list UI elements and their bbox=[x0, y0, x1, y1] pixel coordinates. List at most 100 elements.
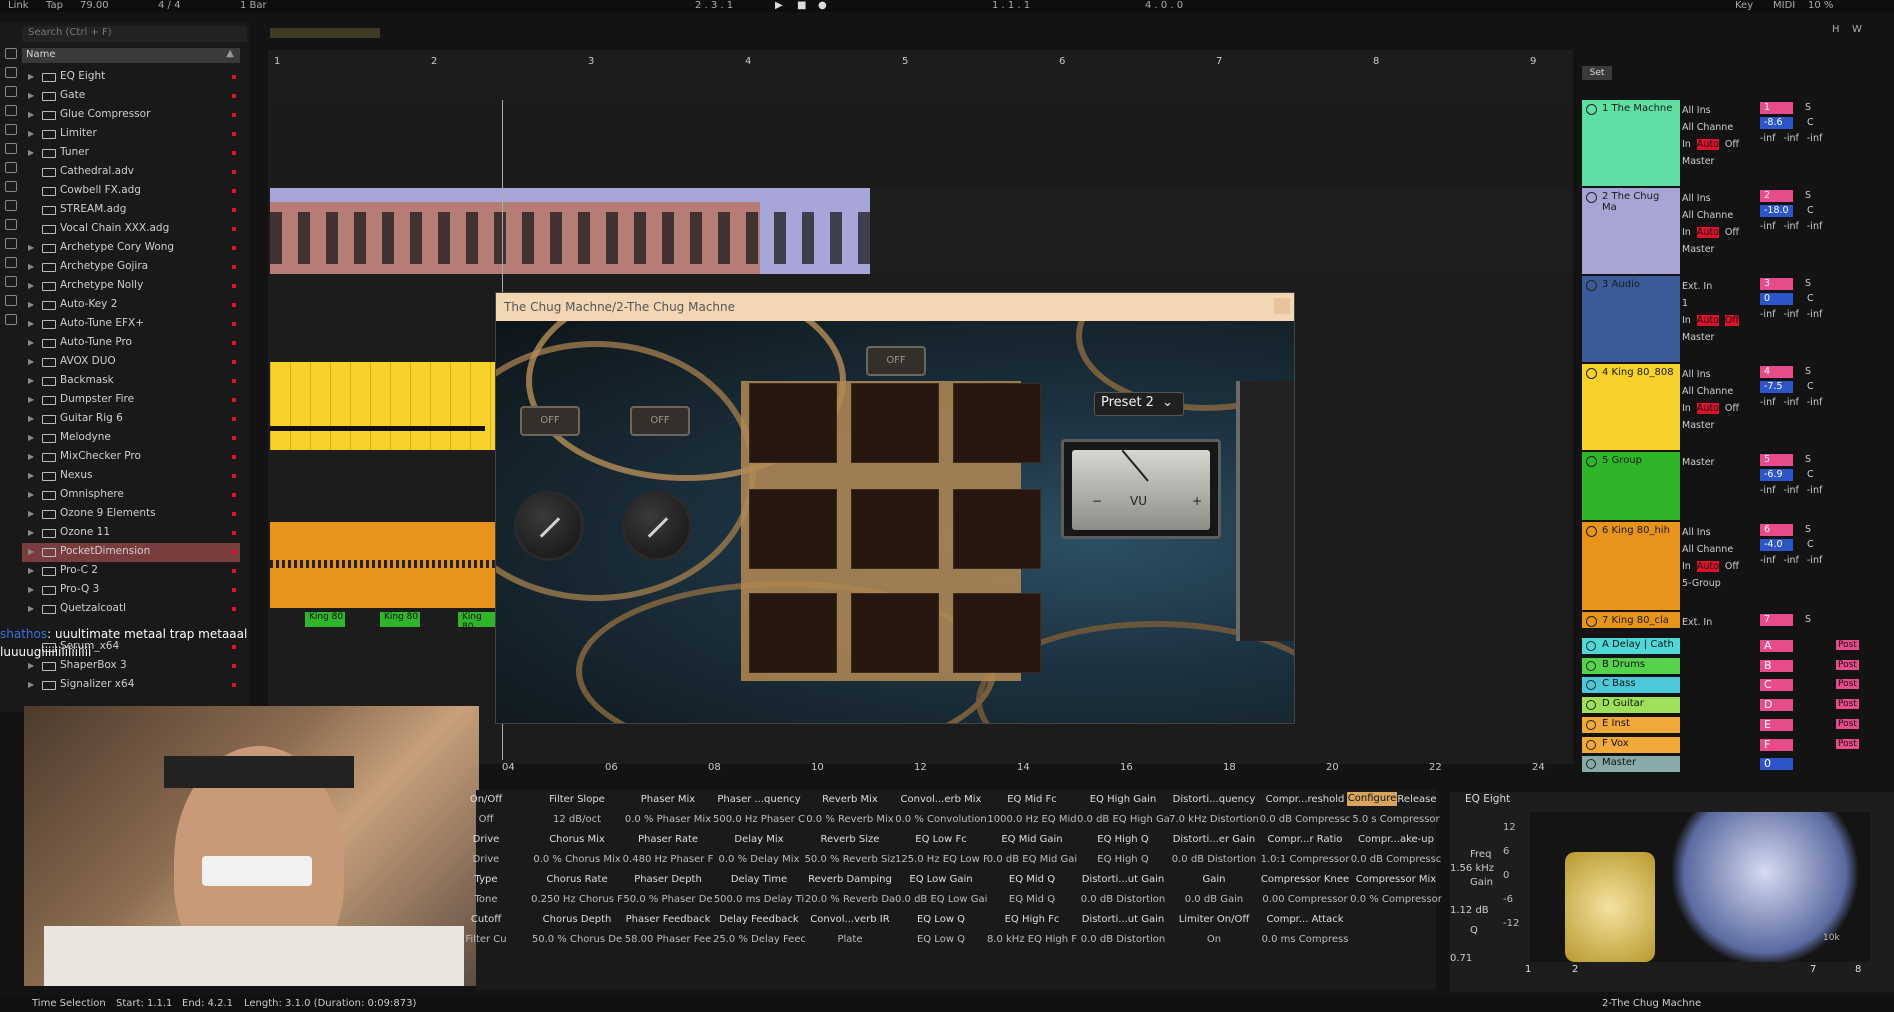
pad[interactable] bbox=[953, 593, 1041, 673]
play-icon[interactable]: ▶ bbox=[775, 0, 783, 11]
param-value[interactable]: 0.0 dB Compressc bbox=[1259, 810, 1351, 830]
expand-arrow-icon[interactable]: ▶ bbox=[28, 87, 34, 104]
browser-item[interactable]: Cathedral.adv bbox=[22, 163, 240, 182]
tap-button[interactable]: Tap bbox=[46, 0, 63, 11]
return-activator[interactable]: 0 bbox=[1760, 758, 1793, 771]
volume-field[interactable]: -6.9 bbox=[1760, 469, 1793, 481]
fold-icon[interactable] bbox=[1586, 680, 1596, 691]
plugin-title-bar[interactable]: The Chug Machne/2-The Chug Machne bbox=[496, 293, 1294, 321]
return-track-header[interactable]: D Guitar bbox=[1582, 697, 1680, 714]
param-value[interactable]: 0.0 % Chorus Mix bbox=[531, 850, 623, 870]
category-icon[interactable] bbox=[5, 314, 17, 325]
param-value[interactable]: 0.0 % Compressor bbox=[1350, 890, 1442, 910]
param-value[interactable]: 8.0 kHz EQ High F bbox=[986, 930, 1078, 950]
quantize-menu[interactable]: 1 Bar bbox=[240, 0, 267, 11]
track-channel-select[interactable]: All Channe bbox=[1682, 383, 1754, 400]
track-input-select[interactable]: Ext. In bbox=[1682, 614, 1754, 631]
return-track-header[interactable]: Master bbox=[1582, 756, 1680, 773]
expand-arrow-icon[interactable]: ▶ bbox=[28, 277, 34, 294]
browser-item[interactable]: ▶ Quetzalcoatl bbox=[22, 600, 240, 619]
track-output-select[interactable] bbox=[1682, 648, 1754, 665]
param-value[interactable]: 500.0 ms Delay Ti bbox=[713, 890, 805, 910]
return-activator[interactable]: C bbox=[1760, 679, 1793, 692]
expand-arrow-icon[interactable]: ▶ bbox=[28, 543, 34, 560]
track-channel-select[interactable] bbox=[1682, 471, 1754, 488]
param-value[interactable]: 0.250 Hz Chorus F bbox=[531, 890, 623, 910]
preset-dropdown[interactable]: Preset 2 ⌄ bbox=[1094, 392, 1184, 416]
browser-item[interactable]: ▶ PocketDimension bbox=[22, 543, 240, 562]
param-value[interactable]: 0.0 dB Gain bbox=[1168, 890, 1260, 910]
return-track-header[interactable]: F Vox bbox=[1582, 736, 1680, 753]
browser-item[interactable]: ▶ Limiter bbox=[22, 125, 240, 144]
expand-arrow-icon[interactable]: ▶ bbox=[28, 258, 34, 275]
track-channel-select[interactable]: All Channe bbox=[1682, 119, 1754, 136]
browser-item[interactable]: ▶ Guitar Rig 6 bbox=[22, 410, 240, 429]
param-value[interactable]: EQ Mid Q bbox=[986, 890, 1078, 910]
param-value[interactable]: 0.0 dB Distortion bbox=[1077, 890, 1169, 910]
fold-icon[interactable] bbox=[1586, 739, 1596, 750]
expand-arrow-icon[interactable]: ▶ bbox=[28, 391, 34, 408]
expand-arrow-icon[interactable]: ▶ bbox=[28, 676, 34, 693]
set-button[interactable]: Set bbox=[1582, 66, 1612, 80]
return-track-header[interactable]: B Drums bbox=[1582, 657, 1680, 674]
volume-field[interactable]: -18.0 bbox=[1760, 205, 1793, 217]
track-header[interactable]: 5 Group bbox=[1582, 452, 1680, 520]
browser-item[interactable]: ▶ Nexus bbox=[22, 467, 240, 486]
post-button[interactable]: Post bbox=[1836, 640, 1859, 650]
pad[interactable] bbox=[851, 383, 939, 463]
expand-arrow-icon[interactable]: ▶ bbox=[28, 315, 34, 332]
monitor-switch[interactable]: In Auto Off bbox=[1682, 136, 1754, 153]
monitor-off-button[interactable]: Off bbox=[1725, 139, 1739, 150]
param-value[interactable]: 0.0 dB Distortion bbox=[1077, 930, 1169, 950]
browser-item[interactable]: ▶ Auto-Tune EFX+ bbox=[22, 315, 240, 334]
param-value[interactable]: 25.0 % Delay Feec bbox=[713, 930, 805, 950]
track-activator[interactable]: 6 bbox=[1760, 524, 1793, 536]
expand-arrow-icon[interactable]: ▶ bbox=[28, 562, 34, 579]
volume-field[interactable]: -7.5 bbox=[1760, 381, 1793, 393]
band-2-toggle[interactable]: 2 bbox=[1572, 964, 1578, 975]
param-value[interactable]: EQ High Q bbox=[1077, 850, 1169, 870]
track-channel-select[interactable]: 1 bbox=[1682, 295, 1754, 312]
track-activator[interactable]: 4 bbox=[1760, 366, 1793, 378]
monitor-auto-button[interactable]: Auto bbox=[1696, 315, 1719, 326]
track-input-select[interactable]: All Ins bbox=[1682, 102, 1754, 119]
param-value[interactable]: 500.0 Hz Phaser C bbox=[713, 810, 805, 830]
monitor-auto-button[interactable]: Auto bbox=[1696, 403, 1719, 414]
browser-item[interactable]: ▶ Pro-Q 3 bbox=[22, 581, 240, 600]
return-track-header[interactable]: C Bass bbox=[1582, 677, 1680, 694]
monitor-auto-button[interactable]: Auto bbox=[1696, 139, 1719, 150]
pad[interactable] bbox=[749, 489, 837, 569]
param-value[interactable]: 0.0 dB EQ Low Gai bbox=[895, 890, 987, 910]
loop-start-field[interactable]: 1 . 1 . 1 bbox=[992, 0, 1030, 11]
browser-item[interactable]: STREAM.adg bbox=[22, 201, 240, 220]
solo-button[interactable]: S bbox=[1805, 366, 1811, 377]
track-output-select[interactable]: Master bbox=[1682, 417, 1754, 434]
link-button[interactable]: Link bbox=[8, 0, 28, 11]
monitor-off-button[interactable]: Off bbox=[1725, 403, 1739, 414]
off-toggle[interactable]: OFF bbox=[520, 406, 580, 436]
pan-field[interactable]: C bbox=[1807, 381, 1814, 392]
post-button[interactable]: Post bbox=[1836, 679, 1859, 690]
browser-item[interactable]: ▶ Archetype Gojira bbox=[22, 258, 240, 277]
pad[interactable] bbox=[851, 593, 939, 673]
category-icon[interactable] bbox=[5, 124, 17, 135]
track-header[interactable]: 2 The Chug Ma bbox=[1582, 188, 1680, 274]
track-output-select[interactable]: Master bbox=[1682, 153, 1754, 170]
param-value[interactable]: Filter Cu bbox=[440, 930, 532, 950]
expand-arrow-icon[interactable]: ▶ bbox=[28, 68, 34, 85]
param-value[interactable]: 7.0 kHz Distortion bbox=[1168, 810, 1260, 830]
band-8-toggle[interactable]: 8 bbox=[1855, 964, 1861, 975]
expand-arrow-icon[interactable]: ▶ bbox=[28, 486, 34, 503]
browser-item[interactable]: ▶ AVOX DUO bbox=[22, 353, 240, 372]
pad[interactable] bbox=[953, 489, 1041, 569]
param-value[interactable]: Plate bbox=[804, 930, 896, 950]
param-value[interactable]: 0.0 % Convolution bbox=[895, 810, 987, 830]
browser-column-header[interactable]: Name ▲ bbox=[22, 48, 240, 63]
browser-item[interactable]: ▶ Ozone 11 bbox=[22, 524, 240, 543]
monitor-in-button[interactable]: In bbox=[1682, 561, 1691, 572]
param-value[interactable]: 50.0 % Reverb Siz bbox=[804, 850, 896, 870]
midi-map-button[interactable]: MIDI bbox=[1773, 0, 1795, 11]
bar-ruler[interactable]: 1 2 3 4 5 6 7 8 9 bbox=[270, 56, 1575, 69]
fold-icon[interactable] bbox=[1586, 526, 1597, 537]
browser-search-input[interactable]: Search (Ctrl + F) bbox=[22, 26, 247, 42]
